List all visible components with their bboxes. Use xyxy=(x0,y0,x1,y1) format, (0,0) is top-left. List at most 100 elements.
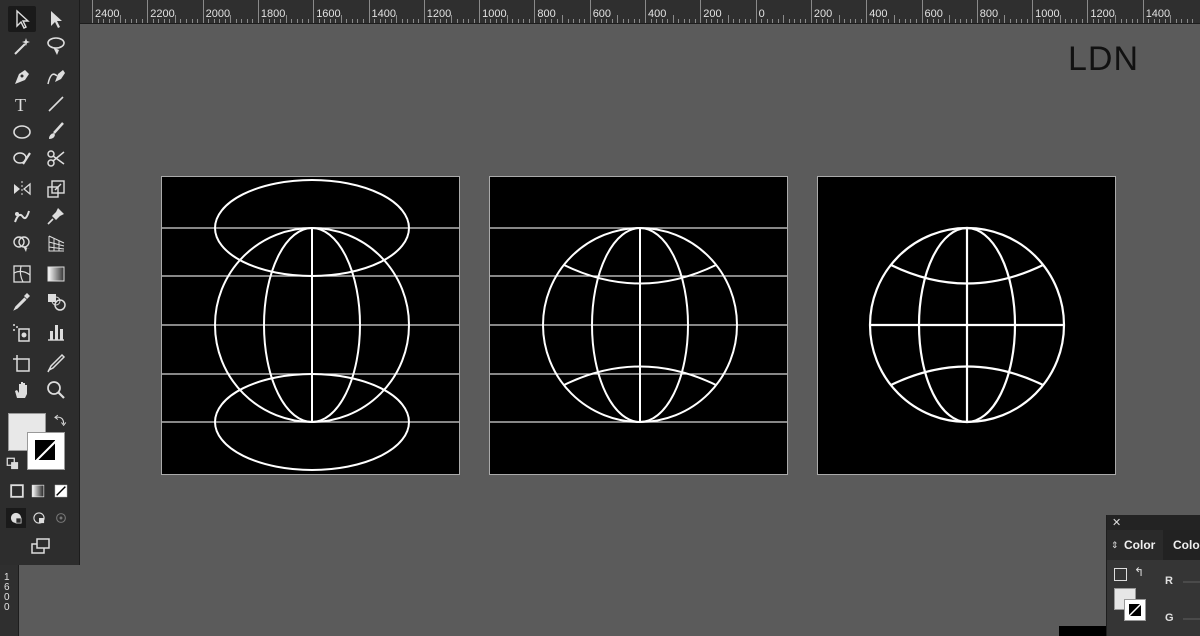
ruler-minor-tick xyxy=(650,19,652,23)
draw-behind-button[interactable] xyxy=(29,508,49,528)
ruler-minor-tick xyxy=(772,19,774,23)
scissors-tool[interactable] xyxy=(42,145,70,171)
ruler-label: 2200 xyxy=(150,8,175,20)
ruler-minor-tick xyxy=(971,19,973,23)
draw-inside-button[interactable] xyxy=(51,508,71,528)
ruler-minor-tick xyxy=(374,19,376,23)
pin-tool[interactable] xyxy=(42,203,70,229)
ruler-major-tick xyxy=(1142,0,1144,23)
artboard-3[interactable] xyxy=(817,176,1116,475)
ruler-minor-tick xyxy=(611,19,613,23)
ruler-minor-tick xyxy=(584,19,586,23)
shape-builder-tool-icon xyxy=(13,236,30,252)
ruler-minor-tick xyxy=(1192,19,1194,23)
ruler-minor-tick xyxy=(130,19,132,23)
ruler-minor-tick xyxy=(833,19,835,23)
close-panel-button[interactable]: ✕ xyxy=(1112,516,1121,529)
ruler-minor-tick xyxy=(268,19,270,23)
ruler-minor-tick xyxy=(241,19,243,23)
column-graph-tool[interactable] xyxy=(42,319,70,345)
artboard-tool[interactable] xyxy=(8,350,36,376)
swap-fill-stroke-button[interactable] xyxy=(50,412,70,430)
ruler-minor-tick xyxy=(860,19,862,23)
eyedropper-tool[interactable] xyxy=(8,288,36,314)
default-fill-stroke-button[interactable] xyxy=(4,456,22,472)
vertical-ruler-label: 1600 xyxy=(4,572,10,613)
ruler-minor-tick xyxy=(1037,19,1039,23)
ellipse-tool[interactable] xyxy=(8,118,36,144)
paintbrush-tool[interactable] xyxy=(42,118,70,144)
ruler-minor-tick xyxy=(1170,15,1172,23)
ruler-minor-tick xyxy=(296,19,298,23)
perspective-grid-tool[interactable] xyxy=(42,230,70,256)
ruler-minor-tick xyxy=(805,19,807,23)
mesh-tool-icon xyxy=(13,265,31,283)
magic-wand-tool[interactable] xyxy=(8,33,36,59)
none-mode-button[interactable] xyxy=(50,481,72,501)
tab-color[interactable]: Color xyxy=(1124,530,1155,560)
reflect-tool[interactable] xyxy=(8,176,36,202)
ruler-minor-tick xyxy=(1164,19,1166,23)
type-tool[interactable]: T xyxy=(8,91,36,117)
color-mode-button[interactable] xyxy=(7,481,27,501)
ruler-minor-tick xyxy=(451,15,453,23)
tab-color-guide[interactable]: Color xyxy=(1163,530,1200,560)
ruler-minor-tick xyxy=(324,19,326,23)
ruler-minor-tick xyxy=(799,19,801,23)
type-tool-icon: T xyxy=(15,95,26,115)
ruler-label: 1800 xyxy=(260,8,286,20)
symbol-sprayer-tool[interactable] xyxy=(8,319,36,345)
bottom-edge-strip xyxy=(1059,626,1106,636)
ruler-minor-tick xyxy=(1120,19,1122,23)
panel-swap-icon[interactable]: ↰ xyxy=(1134,565,1144,579)
stroke-swatch[interactable] xyxy=(27,432,65,470)
tab-arrows-icon: ⇕ xyxy=(1111,540,1119,550)
ruler-minor-tick xyxy=(550,19,552,23)
channel-r-slider[interactable] xyxy=(1183,581,1200,583)
puppet-warp-tool[interactable] xyxy=(8,203,36,229)
lasso-tool[interactable] xyxy=(42,33,70,59)
zoom-tool[interactable] xyxy=(42,377,70,403)
direct-selection-tool[interactable] xyxy=(42,6,70,32)
ruler-minor-tick xyxy=(954,19,956,23)
ruler-minor-tick xyxy=(462,19,464,23)
ruler-minor-tick xyxy=(783,15,785,23)
ruler-minor-tick xyxy=(357,19,359,23)
ruler-minor-tick xyxy=(318,19,320,23)
reflect-tool-icon xyxy=(14,181,31,197)
ruler-minor-tick xyxy=(1153,19,1155,23)
gradient-tool[interactable] xyxy=(42,261,70,287)
pen-tool[interactable] xyxy=(8,64,36,90)
ruler-minor-tick xyxy=(108,19,110,23)
slice-tool[interactable] xyxy=(42,350,70,376)
shaper-tool[interactable] xyxy=(8,145,36,171)
selection-tool[interactable] xyxy=(8,6,36,32)
ruler-minor-tick xyxy=(246,19,248,23)
ruler-minor-tick xyxy=(473,19,475,23)
ruler-minor-tick xyxy=(235,19,237,23)
gradient-mode-button[interactable] xyxy=(28,481,48,501)
line-tool[interactable] xyxy=(42,91,70,117)
screen-mode-button[interactable] xyxy=(26,533,54,559)
panel-stroke-swatch[interactable] xyxy=(1124,599,1146,621)
hand-tool[interactable] xyxy=(8,377,36,403)
ruler-minor-tick xyxy=(904,19,906,23)
channel-g-slider[interactable] xyxy=(1183,618,1200,620)
ruler-minor-tick xyxy=(340,15,342,23)
draw-normal-button[interactable] xyxy=(6,508,26,528)
shape-builder-tool[interactable] xyxy=(8,230,36,256)
mesh-tool[interactable] xyxy=(8,261,36,287)
ellipse-tool-icon xyxy=(13,125,31,139)
artboard-1[interactable] xyxy=(161,176,460,475)
ruler-minor-tick xyxy=(501,19,503,23)
svg-text:T: T xyxy=(15,95,26,115)
scale-tool[interactable] xyxy=(42,176,70,202)
ruler-minor-tick xyxy=(761,19,763,23)
panel-default-colors-icon[interactable] xyxy=(1114,568,1127,581)
ruler-minor-tick xyxy=(766,19,768,23)
ruler-minor-tick xyxy=(390,19,392,23)
ruler-label: 1200 xyxy=(426,8,452,20)
blend-tool[interactable] xyxy=(42,288,70,314)
artboard-2[interactable] xyxy=(489,176,788,475)
curvature-tool[interactable] xyxy=(42,64,70,90)
